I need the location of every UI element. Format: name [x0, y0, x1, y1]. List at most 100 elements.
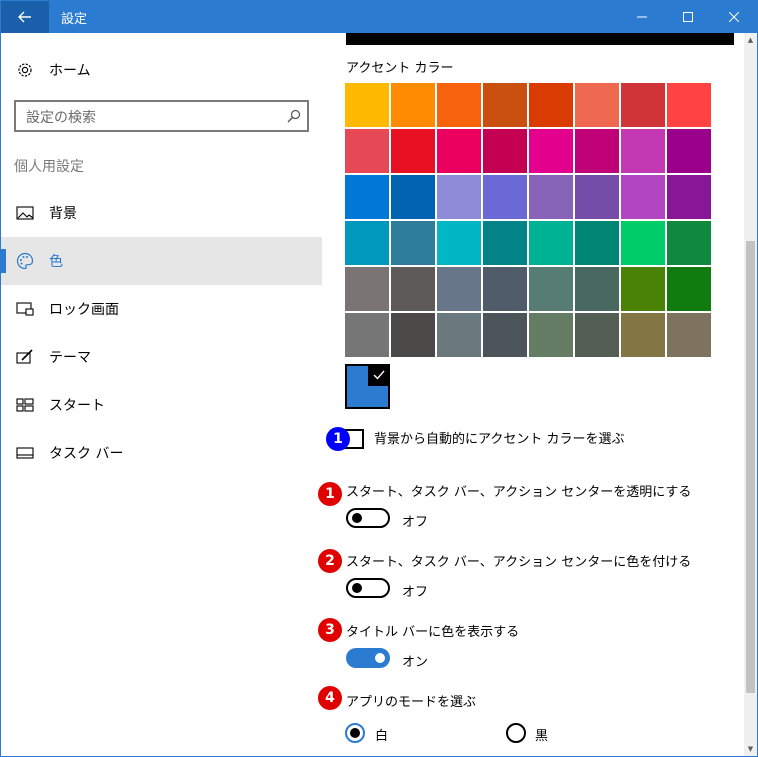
callout-badge: 2 [318, 549, 342, 573]
toggle-knob [352, 583, 362, 593]
accent-swatch[interactable] [345, 221, 389, 265]
app-mode-dark-label: 黒 [535, 729, 549, 744]
accent-swatch[interactable] [483, 83, 527, 127]
accent-swatch[interactable] [437, 221, 481, 265]
accent-swatch[interactable] [621, 221, 665, 265]
sidebar-item-label: タスク バー [49, 446, 124, 462]
accent-swatch[interactable] [575, 175, 619, 219]
gear-icon [1, 61, 49, 79]
sidebar-item-label: 色 [49, 254, 63, 270]
selection-indicator [1, 249, 6, 273]
sidebar-item-color[interactable]: 色 [1, 237, 322, 285]
transparency-label: スタート、タスク バー、アクション センターを透明にする [346, 485, 692, 500]
transparency-toggle[interactable] [346, 508, 390, 528]
accent-swatch[interactable] [529, 175, 573, 219]
picture-icon [1, 206, 49, 220]
close-button[interactable] [711, 1, 757, 33]
settings-window: 設定 ホーム 設定の検索 個人用設定 背景 色 ロック画面 テーマ スタート タ… [0, 0, 758, 757]
accent-swatch[interactable] [529, 129, 573, 173]
sidebar-item-label: テーマ [49, 350, 91, 366]
accent-swatch[interactable] [437, 129, 481, 173]
accent-swatch[interactable] [345, 83, 389, 127]
maximize-button[interactable] [665, 1, 711, 33]
callout-badge: 1 [326, 427, 350, 451]
accent-swatch[interactable] [391, 129, 435, 173]
callout-badge: 4 [318, 686, 342, 710]
accent-swatch[interactable] [345, 175, 389, 219]
color-settings-panel: アクセント カラー 1 背景から自動的にアクセント カラーを選ぶ 1 スタート、… [318, 33, 757, 756]
lock-screen-icon [1, 302, 49, 316]
sidebar-item-label: ロック画面 [49, 302, 119, 318]
accent-color-grid [345, 83, 711, 357]
checkmark-icon [368, 364, 390, 386]
sidebar-item-lock-screen[interactable]: ロック画面 [1, 285, 322, 333]
accent-swatch[interactable] [575, 83, 619, 127]
sidebar-item-taskbar[interactable]: タスク バー [1, 429, 322, 477]
accent-swatch[interactable] [667, 175, 711, 219]
accent-swatch[interactable] [391, 313, 435, 357]
callout-badge: 1 [318, 482, 342, 506]
accent-swatch[interactable] [345, 313, 389, 357]
accent-swatch[interactable] [437, 83, 481, 127]
accent-swatch[interactable] [575, 129, 619, 173]
accent-swatch[interactable] [621, 175, 665, 219]
color-start-toggle[interactable] [346, 578, 390, 598]
app-mode-label: アプリのモードを選ぶ [346, 695, 477, 710]
accent-swatch[interactable] [621, 267, 665, 311]
vertical-scrollbar[interactable]: ▲ ▼ [744, 33, 757, 756]
sidebar-item-theme[interactable]: テーマ [1, 333, 322, 381]
scroll-thumb[interactable] [746, 241, 755, 693]
accent-swatch[interactable] [529, 267, 573, 311]
accent-swatch[interactable] [667, 267, 711, 311]
accent-color-heading: アクセント カラー [346, 61, 454, 76]
accent-swatch[interactable] [345, 267, 389, 311]
window-title: 設定 [61, 12, 88, 27]
accent-swatch[interactable] [391, 83, 435, 127]
minimize-button[interactable] [619, 1, 665, 33]
accent-swatch[interactable] [529, 83, 573, 127]
accent-swatch[interactable] [621, 313, 665, 357]
accent-swatch[interactable] [391, 267, 435, 311]
accent-swatch[interactable] [575, 221, 619, 265]
accent-swatch[interactable] [529, 221, 573, 265]
scroll-up-icon[interactable]: ▲ [746, 35, 755, 45]
search-input[interactable]: 設定の検索 [14, 100, 309, 132]
accent-swatch[interactable] [667, 221, 711, 265]
title-bar-color-toggle[interactable] [346, 648, 390, 668]
accent-swatch[interactable] [667, 129, 711, 173]
accent-swatch[interactable] [391, 175, 435, 219]
sidebar-item-start[interactable]: スタート [1, 381, 322, 429]
toggle-knob [375, 653, 385, 663]
accent-swatch[interactable] [529, 313, 573, 357]
accent-swatch[interactable] [437, 267, 481, 311]
accent-swatch[interactable] [621, 83, 665, 127]
accent-swatch[interactable] [483, 175, 527, 219]
sidebar-item-background[interactable]: 背景 [1, 189, 322, 237]
accent-swatch[interactable] [437, 313, 481, 357]
accent-swatch[interactable] [483, 221, 527, 265]
selected-accent-swatch[interactable] [345, 364, 390, 409]
accent-swatch[interactable] [621, 129, 665, 173]
scroll-down-icon[interactable]: ▼ [746, 744, 755, 754]
accent-swatch[interactable] [345, 129, 389, 173]
close-icon [729, 12, 739, 22]
app-mode-light-radio[interactable] [345, 723, 365, 743]
app-mode-dark-radio[interactable] [506, 723, 526, 743]
back-arrow-icon [18, 11, 31, 23]
back-button[interactable] [1, 1, 49, 33]
sidebar-item-home[interactable]: ホーム [1, 53, 322, 87]
taskbar-icon [1, 447, 49, 459]
theme-icon [1, 349, 49, 365]
accent-swatch[interactable] [483, 129, 527, 173]
accent-swatch[interactable] [483, 267, 527, 311]
auto-accent-label: 背景から自動的にアクセント カラーを選ぶ [374, 432, 625, 447]
title-bar-color-state: オン [402, 655, 429, 670]
accent-swatch[interactable] [667, 313, 711, 357]
accent-swatch[interactable] [575, 313, 619, 357]
accent-swatch[interactable] [575, 267, 619, 311]
accent-swatch[interactable] [667, 83, 711, 127]
accent-swatch[interactable] [437, 175, 481, 219]
accent-swatch[interactable] [483, 313, 527, 357]
start-icon [1, 398, 49, 412]
accent-swatch[interactable] [391, 221, 435, 265]
